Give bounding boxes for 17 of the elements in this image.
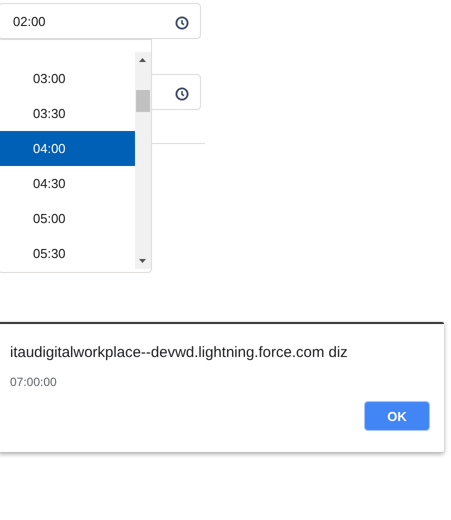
scrollbar[interactable] <box>135 52 151 269</box>
time-value: 02:00 <box>13 14 47 28</box>
time-option[interactable]: 03:00 <box>0 61 135 96</box>
time-field[interactable]: 02:00 <box>0 3 201 39</box>
scrollbar-thumb[interactable] <box>136 90 150 112</box>
scroll-down-icon[interactable] <box>139 259 146 263</box>
time-option[interactable]: 05:30 <box>0 236 135 271</box>
clock-icon[interactable] <box>175 86 189 100</box>
scroll-up-icon[interactable] <box>139 58 146 62</box>
ok-button[interactable]: OK <box>364 401 430 431</box>
time-option[interactable]: 04:00 <box>0 131 135 166</box>
clock-icon[interactable] <box>175 16 189 30</box>
dialog-title: itaudigitalworkplace--devwd.lightning.force.com diz <box>10 344 349 361</box>
time-option[interactable]: 05:00 <box>0 201 135 236</box>
time-option[interactable]: 03:30 <box>0 96 135 131</box>
dialog-message: 07:00:00 <box>10 375 58 389</box>
time-option[interactable]: 04:30 <box>0 166 135 201</box>
